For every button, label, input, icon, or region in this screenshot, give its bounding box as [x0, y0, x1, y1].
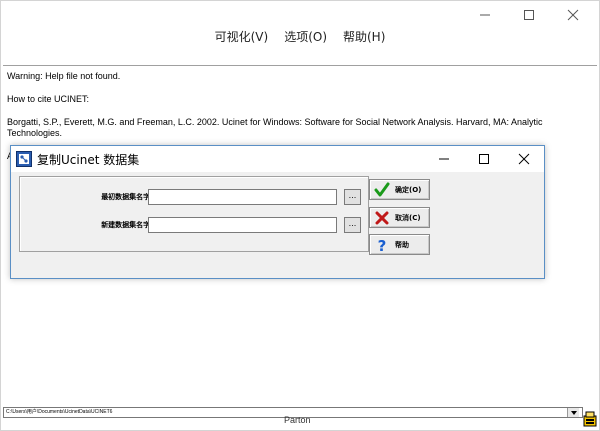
folder-dropdown-button[interactable] — [567, 408, 579, 417]
minimize-button[interactable] — [463, 3, 507, 27]
maximize-button[interactable] — [507, 3, 551, 27]
source-dataset-row: 最初数据集名字: ... — [20, 189, 368, 205]
ok-button[interactable]: 确定(O) — [369, 179, 430, 200]
checkmark-icon — [374, 182, 390, 196]
citation-line: Borgatti, S.P., Everett, M.G. and Freema… — [7, 117, 543, 127]
dataset-fields-panel: 最初数据集名字: ... 新建数据集名字: ... — [19, 176, 369, 252]
dialog-minimize-button[interactable] — [424, 146, 464, 172]
ucinet-app-icon — [16, 151, 32, 167]
dialog-window-controls — [424, 146, 544, 172]
dialog-title: 复制Ucinet 数据集 — [37, 152, 140, 167]
dialog-title-bar: 复制Ucinet 数据集 — [11, 146, 544, 172]
help-button[interactable]: ? 帮助 — [369, 234, 430, 255]
source-dataset-input[interactable] — [148, 189, 337, 205]
database-icon[interactable] — [583, 411, 597, 427]
cross-icon — [375, 211, 389, 224]
question-mark-icon: ? — [378, 237, 387, 253]
target-dataset-input[interactable] — [148, 217, 337, 233]
ok-button-label: 确定(O) — [395, 185, 422, 194]
minimize-icon — [480, 14, 490, 16]
chevron-down-icon — [570, 410, 577, 415]
target-dataset-browse-button[interactable]: ... — [344, 217, 361, 233]
source-dataset-browse-button[interactable]: ... — [344, 189, 361, 205]
source-dataset-label: 最初数据集名字: — [101, 193, 153, 201]
warning-line: Warning: Help file not found. — [7, 71, 121, 81]
cite-heading: How to cite UCINET: — [7, 94, 90, 104]
bottom-clipped-text: Parton — [284, 415, 311, 425]
dialog-close-button[interactable] — [504, 146, 544, 172]
svg-text:?: ? — [378, 237, 387, 253]
close-icon — [567, 9, 579, 21]
cancel-button-label: 取消(C) — [395, 213, 421, 222]
dialog-maximize-button[interactable] — [464, 146, 504, 172]
citation-line-continued: Technologies. — [7, 128, 63, 138]
target-dataset-row: 新建数据集名字: ... — [20, 217, 368, 233]
help-button-label: 帮助 — [395, 240, 409, 249]
window-controls — [463, 3, 595, 27]
minimize-icon — [439, 158, 449, 160]
target-dataset-label: 新建数据集名字: — [101, 221, 153, 229]
menu-bar: 可视化(V) 选项(O) 帮助(H) — [1, 27, 599, 47]
close-icon — [518, 153, 530, 165]
maximize-icon — [479, 154, 489, 164]
copy-dataset-dialog: 复制Ucinet 数据集 最初数据集名字: ... 新建数据集名字: ... 确… — [10, 145, 545, 279]
menu-options[interactable]: 选项(O) — [282, 27, 329, 47]
menu-visualize[interactable]: 可视化(V) — [213, 27, 271, 47]
menu-help[interactable]: 帮助(H) — [341, 27, 387, 47]
cancel-button[interactable]: 取消(C) — [369, 207, 430, 228]
maximize-icon — [524, 10, 534, 20]
close-button[interactable] — [551, 3, 595, 27]
